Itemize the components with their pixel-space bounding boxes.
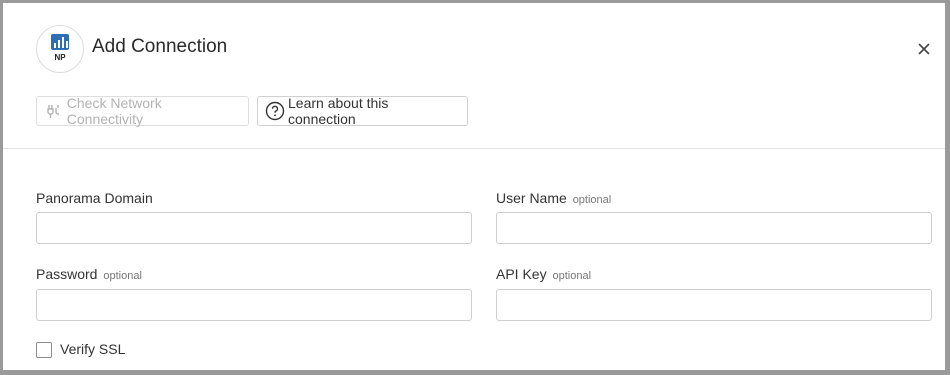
password-input[interactable]: [36, 289, 472, 321]
panorama-domain-label: Panorama Domain: [36, 190, 153, 206]
panorama-domain-label-text: Panorama Domain: [36, 190, 153, 206]
plug-icon: [44, 101, 64, 121]
api-key-label-text: API Key: [496, 266, 547, 282]
user-name-input[interactable]: [496, 212, 932, 244]
verify-ssl-checkbox[interactable]: [36, 342, 52, 358]
verify-ssl-label: Verify SSL: [60, 341, 126, 357]
logo-text: NP: [54, 53, 66, 62]
logo-bars-icon: [54, 37, 68, 48]
learn-about-connection-button[interactable]: Learn about this connection: [257, 95, 468, 127]
network-logo-icon: NP: [36, 25, 84, 73]
user-name-label: User Name optional: [496, 190, 611, 206]
dialog-header: NP Add Connection Check Network Connecti…: [3, 3, 945, 148]
check-network-label: Check Network Connectivity: [66, 95, 162, 127]
user-name-label-text: User Name: [496, 190, 567, 206]
add-connection-dialog: NP Add Connection Check Network Connecti…: [3, 3, 945, 370]
header-divider: [3, 148, 945, 149]
api-key-label: API Key optional: [496, 266, 591, 282]
api-key-optional-tag: optional: [552, 270, 592, 282]
learn-label: Learn about this connection: [288, 95, 389, 127]
help-circle-icon: [265, 101, 285, 121]
dialog-title: Add Connection: [92, 36, 228, 57]
close-icon: [918, 43, 930, 55]
password-label-text: Password: [36, 266, 98, 282]
panorama-domain-input[interactable]: [36, 212, 472, 244]
password-optional-tag: optional: [103, 270, 142, 282]
password-label: Password optional: [36, 266, 142, 282]
api-key-input[interactable]: [496, 289, 932, 321]
user-name-optional-tag: optional: [572, 194, 612, 206]
check-network-connectivity-button[interactable]: Check Network Connectivity: [36, 95, 249, 127]
logo-mark: [51, 34, 69, 50]
close-button[interactable]: [913, 38, 935, 60]
